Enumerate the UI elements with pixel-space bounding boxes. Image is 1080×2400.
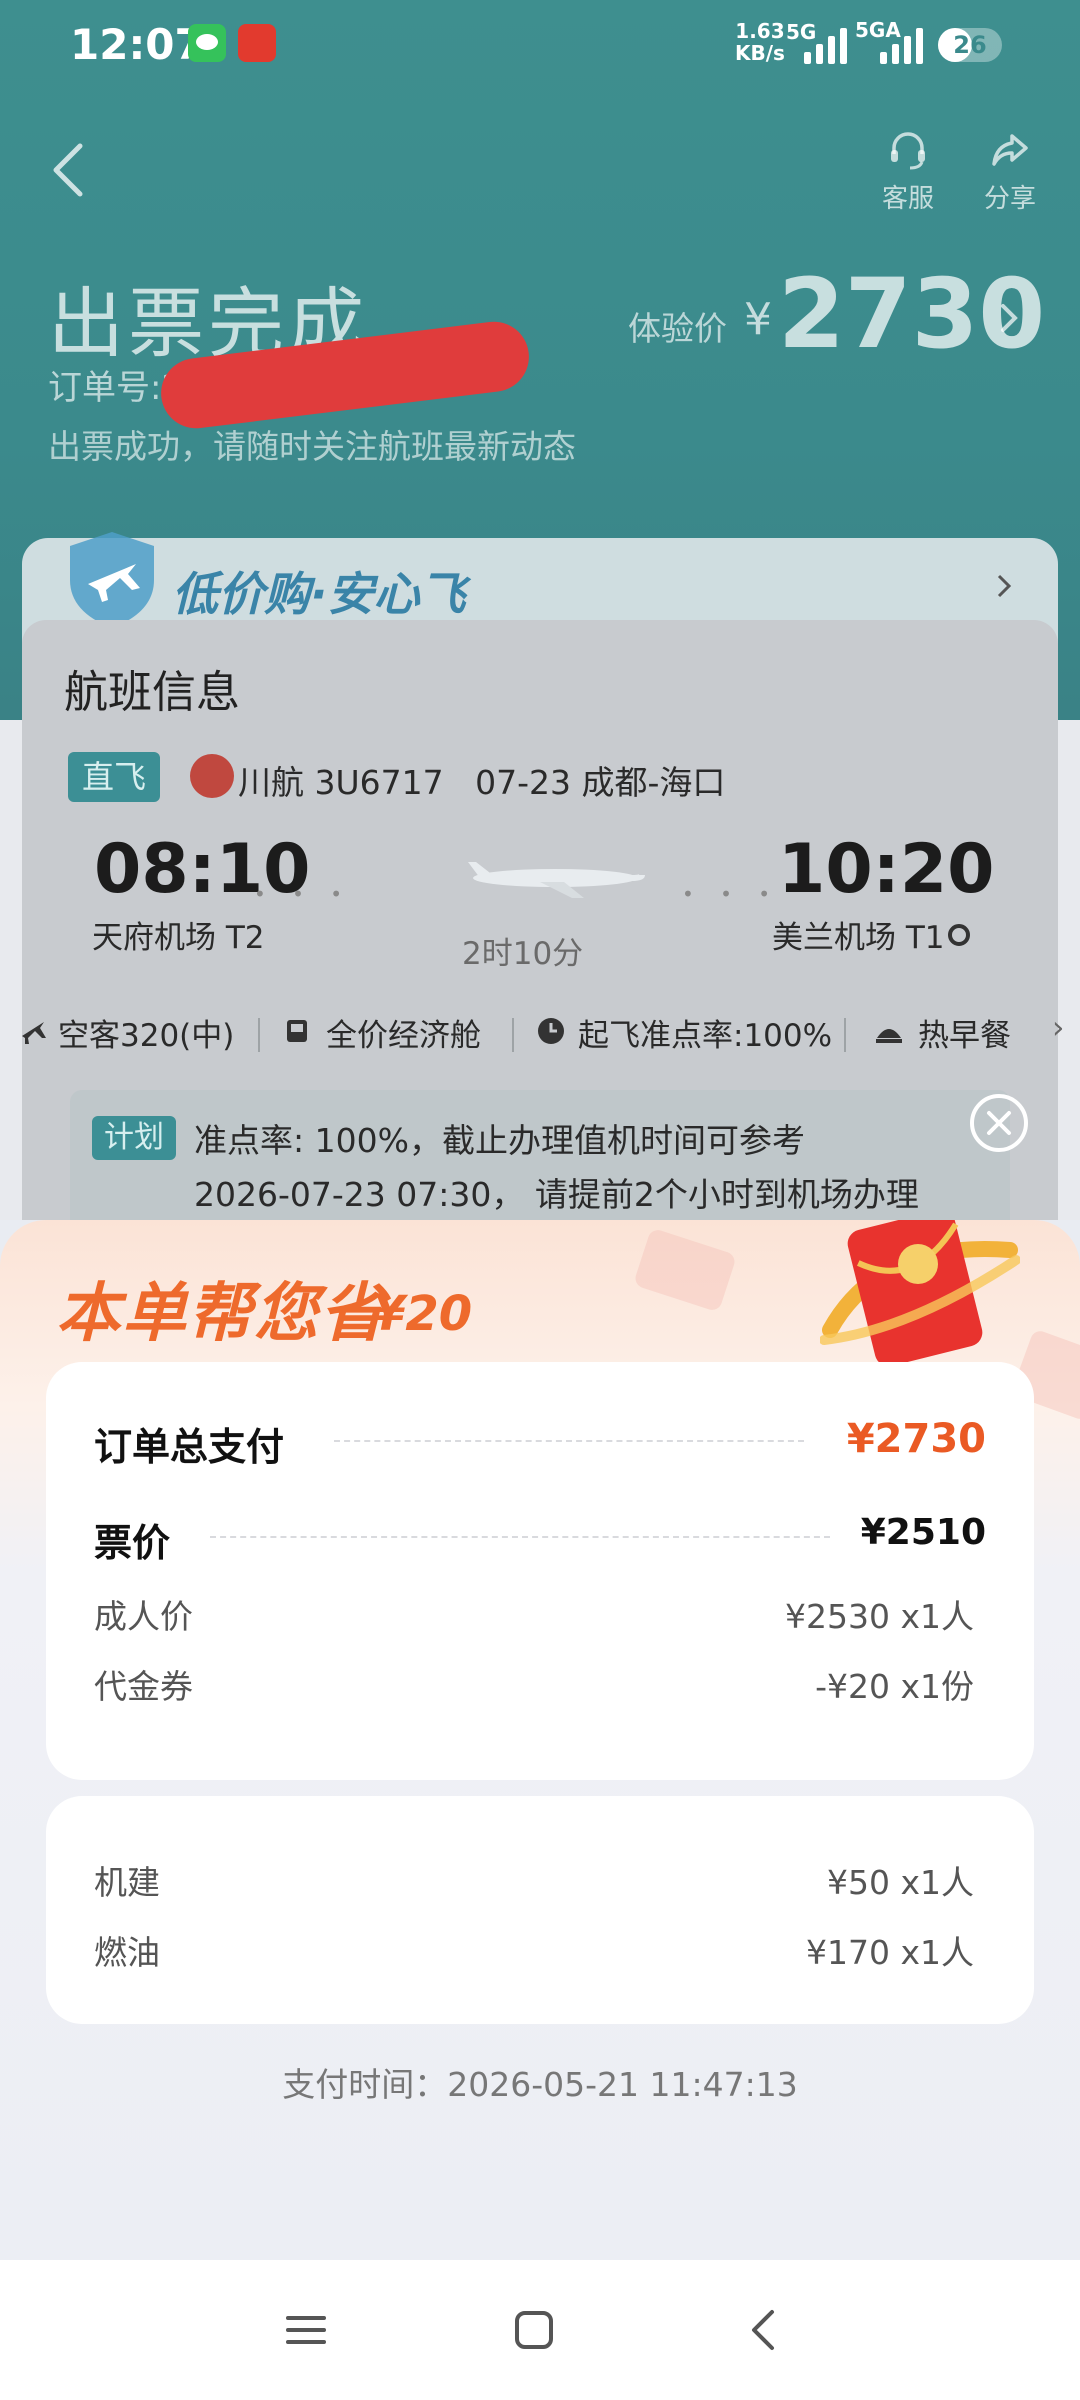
savings-amount: ¥20: [372, 1286, 473, 1342]
payment-time: 支付时间：2026-05-21 11:47:13: [282, 2065, 798, 2104]
feature-meal: 热早餐: [918, 1018, 1011, 1054]
flight-airline-route: 川航 3U6717 07-23 成都-海口: [238, 756, 725, 804]
adult-price-label: 成人价: [94, 1597, 193, 1636]
fuel-fee-value: ¥170 x1人: [806, 1933, 974, 1972]
chevron-right-icon: ›: [1052, 1010, 1065, 1046]
location-pin-icon[interactable]: [948, 924, 970, 946]
share-button[interactable]: 分享: [970, 128, 1050, 215]
flight-duration: 2时10分: [462, 936, 584, 972]
plan-line-1: 准点率: 100%，截止办理值机时间可参考: [194, 1121, 805, 1160]
ticket-price-label: 票价: [94, 1521, 171, 1565]
decoration: [632, 1227, 738, 1313]
menu-icon[interactable]: [282, 2306, 330, 2354]
close-icon: [987, 1111, 1011, 1135]
airline-logo-icon: [190, 754, 234, 798]
dashed-divider: [334, 1440, 804, 1442]
network-speed-value: 1.63: [735, 19, 785, 43]
status-bar: 12:07 1.63 KB/s 5G 5GA 26: [0, 0, 1080, 90]
battery-level: 26: [953, 31, 987, 59]
home-icon[interactable]: [510, 2306, 558, 2354]
plane-icon: [22, 1022, 46, 1044]
plan-text: 准点率: 100%，截止办理值机时间可参考 2026-07-23 07:30， …: [194, 1114, 994, 1222]
banner-text: 低价购·安心飞: [172, 567, 466, 621]
route-dots: • • •: [254, 882, 353, 906]
battery-icon: 26: [938, 28, 1002, 62]
flight-date-route: 07-23 成都-海口: [475, 763, 726, 802]
airport-fee-value: ¥50 x1人: [826, 1863, 974, 1902]
airport-fee-label: 机建: [94, 1863, 160, 1902]
seat-icon: [287, 1020, 307, 1042]
network-speed-unit: KB/s: [735, 41, 785, 65]
back-icon[interactable]: [740, 2306, 788, 2354]
feature-divider: [258, 1018, 260, 1052]
adult-price-row: 成人价 ¥2530 x1人: [94, 1582, 986, 1642]
flight-section-title: 航班信息: [64, 667, 240, 718]
customer-service-label: 客服: [881, 184, 934, 214]
total-payment-row: 订单总支付 ¥2730: [94, 1408, 986, 1469]
wechat-icon: [188, 24, 226, 62]
ticket-price-value: ¥2510: [860, 1512, 986, 1553]
direct-flight-tag: 直飞: [68, 752, 160, 802]
back-arrow-icon[interactable]: [48, 140, 88, 200]
airline-flight-no: 川航 3U6717: [238, 763, 444, 802]
share-label: 分享: [983, 184, 1036, 214]
adult-price-value: ¥2530 x1人: [785, 1597, 974, 1636]
share-icon: [992, 134, 1028, 166]
price-breakdown-card: 订单总支付 ¥2730 票价 ¥2510 成人价 ¥2530 x1人 代金券 -…: [46, 1362, 1034, 1780]
feature-punctuality: 起飞准点率:100%: [578, 1018, 833, 1054]
voucher-label: 代金券: [94, 1667, 193, 1706]
arrival-airport: 美兰机场 T1: [772, 920, 945, 956]
feature-divider: [512, 1018, 514, 1052]
plan-tag: 计划: [92, 1116, 176, 1160]
status-time: 12:07: [70, 20, 204, 69]
savings-title: 本单帮您省: [56, 1277, 386, 1351]
ctrip-icon: [238, 24, 276, 62]
clock-icon: [538, 1018, 564, 1044]
voucher-value: -¥20 x1份: [815, 1667, 974, 1706]
close-popup-button[interactable]: [970, 1094, 1028, 1152]
customer-service-button[interactable]: 客服: [868, 128, 948, 215]
signal-icon-2: [880, 26, 923, 64]
chevron-right-icon: [997, 574, 1012, 598]
red-envelope-icon: [820, 1220, 1020, 1367]
ticket-price-row: 票价 ¥2510: [94, 1504, 986, 1565]
fuel-fee-label: 燃油: [94, 1933, 160, 1972]
airport-fee-row: 机建 ¥50 x1人: [94, 1848, 986, 1908]
arrival-time: 10:20: [778, 830, 995, 909]
signal-icon: [804, 26, 847, 64]
price-label: 体验价: [628, 309, 727, 348]
meal-icon: [876, 1029, 902, 1043]
fuel-fee-row: 燃油 ¥170 x1人: [94, 1918, 986, 1978]
feature-cabin: 全价经济舱: [326, 1018, 481, 1054]
voucher-row: 代金券 -¥20 x1份: [94, 1652, 986, 1712]
fees-card: 机建 ¥50 x1人 燃油 ¥170 x1人: [46, 1796, 1034, 2024]
network-speed: 1.63 KB/s: [735, 20, 785, 64]
order-status-tip: 出票成功，请随时关注航班最新动态: [48, 427, 576, 466]
system-nav-bar: [0, 2260, 1080, 2400]
feature-aircraft: 空客320(中): [58, 1018, 235, 1054]
savings-popup: 本单帮您省 ¥20 订单总支付 ¥2730 票价 ¥2510 成人价 ¥2530…: [0, 1220, 1080, 2260]
chevron-right-icon[interactable]: [998, 298, 1020, 338]
feature-divider: [844, 1018, 846, 1052]
departure-airport: 天府机场 T2: [92, 920, 265, 956]
flight-features: 空客320(中) 全价经济舱 起飞准点率:100% 热早餐 ›: [0, 1000, 1080, 1070]
route-dots: • • •: [682, 882, 781, 906]
total-payment-label: 订单总支付: [94, 1425, 285, 1469]
plan-line-2: 2026-07-23 07:30， 请提前2个小时到机场办理: [194, 1175, 919, 1214]
shield-plane-icon: [70, 532, 154, 628]
headset-icon: [891, 132, 925, 170]
total-payment-value: ¥2730: [846, 1416, 986, 1462]
airplane-icon: [468, 862, 645, 898]
price-currency: ¥: [744, 294, 772, 345]
dashed-divider: [210, 1536, 830, 1538]
